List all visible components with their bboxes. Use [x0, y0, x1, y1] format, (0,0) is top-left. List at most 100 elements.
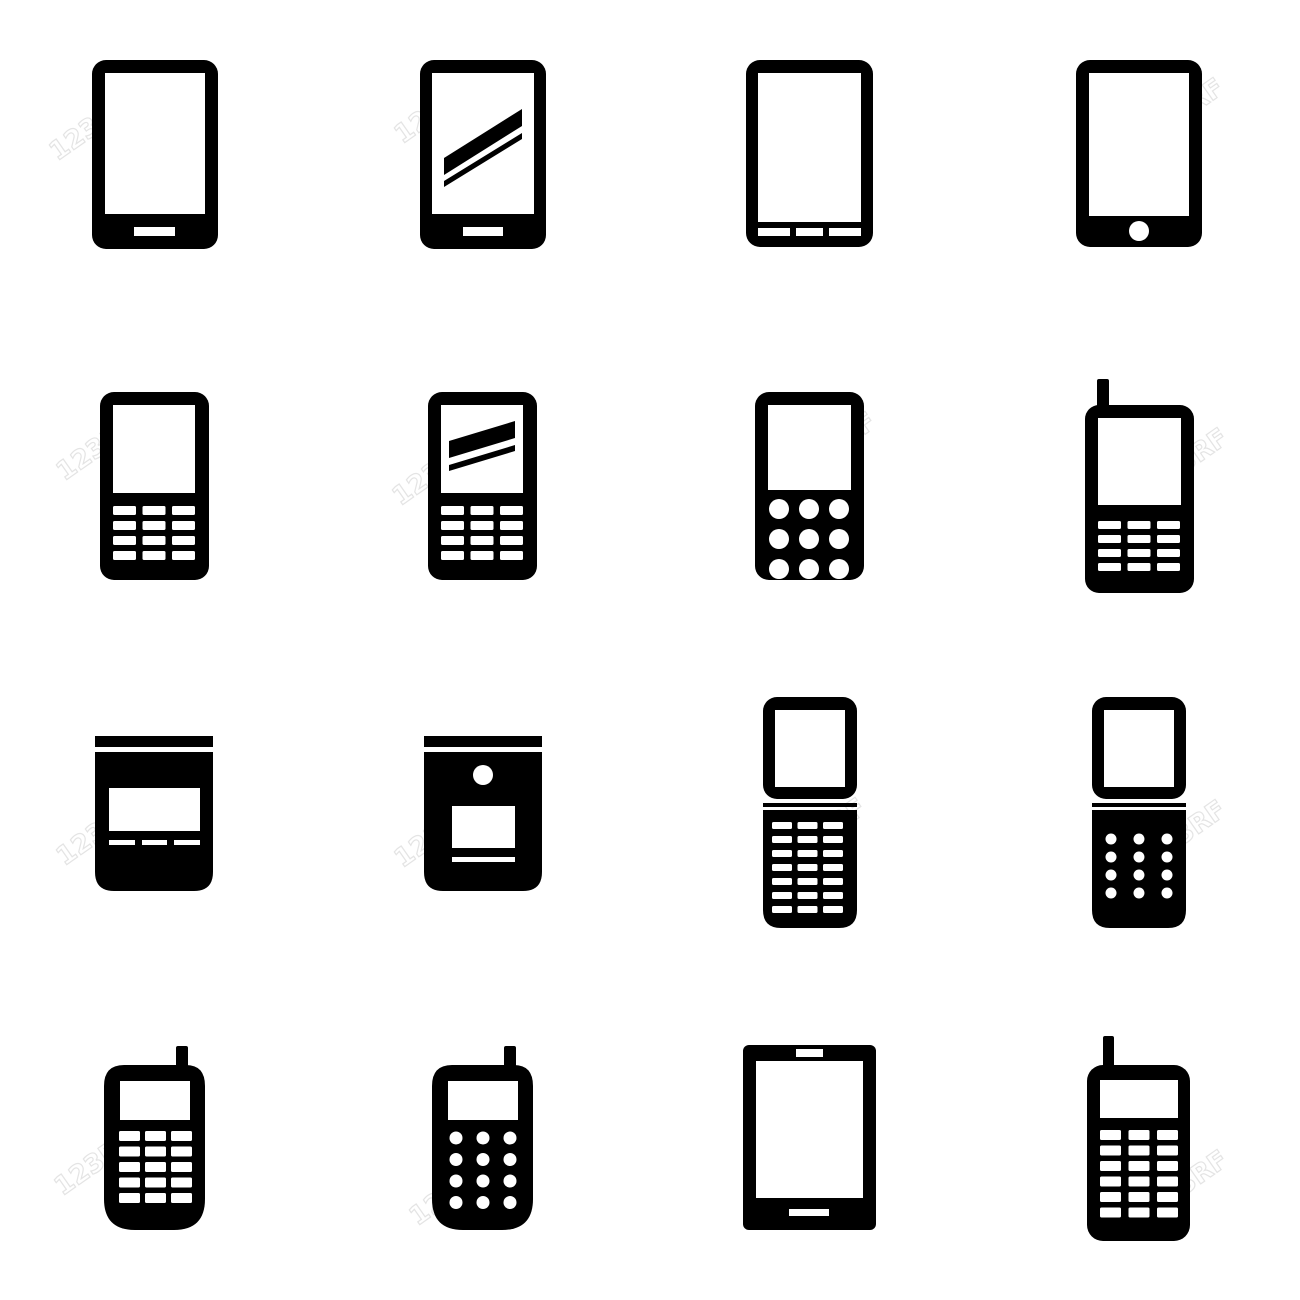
keypad-key [769, 499, 789, 519]
keypad-key [449, 1174, 463, 1188]
keypad-key [772, 864, 792, 871]
keypad-key [1127, 535, 1151, 543]
keypad-key [1157, 563, 1180, 571]
icon-cell-12 [1092, 697, 1186, 928]
keypad-key [1100, 1145, 1121, 1156]
keypad-key [119, 1131, 140, 1141]
keypad-key [503, 1153, 517, 1166]
keypad-key [441, 536, 464, 545]
keypad-key [449, 1196, 463, 1209]
tablet-round-home-button-icon [1076, 60, 1202, 247]
keypad-key [772, 892, 792, 899]
keypad-key [172, 551, 195, 560]
keypad-key [171, 1131, 192, 1141]
keypad-key [172, 536, 195, 545]
smartphone-glare-screen-icon [420, 60, 546, 249]
keypad-key [441, 521, 464, 530]
keypad-key [1157, 549, 1180, 557]
keypad-key [1157, 1130, 1178, 1140]
keypad-key [829, 529, 849, 549]
keypad-key [823, 906, 843, 913]
keypad-key [145, 1177, 166, 1188]
keypad-key [119, 1162, 140, 1172]
keypad-key [145, 1162, 166, 1172]
keypad-key [500, 536, 523, 545]
keypad-phone-glare-screen-icon [428, 392, 537, 580]
keypad-key [1133, 833, 1145, 845]
keypad-key [823, 892, 843, 899]
keypad-key [503, 1131, 517, 1145]
keypad-key [1098, 549, 1121, 557]
keypad-key [476, 1153, 490, 1166]
smartphone-three-buttons-icon [746, 60, 873, 247]
keypad-key [172, 506, 195, 515]
icon-cell-13 [104, 1046, 205, 1230]
keypad-key [476, 1196, 490, 1209]
keypad-key [1100, 1192, 1121, 1202]
keypad-key [171, 1177, 192, 1188]
keypad-key [823, 850, 843, 857]
keypad-key [500, 521, 523, 530]
keypad-key [823, 864, 843, 871]
keypad-key [142, 536, 166, 545]
keypad-key [1105, 887, 1117, 899]
keypad-key [1127, 549, 1151, 557]
keypad-key [772, 822, 792, 829]
keypad-key [441, 506, 464, 515]
keypad-key [797, 892, 818, 899]
keypad-key [1161, 869, 1173, 881]
keypad-key [503, 1174, 517, 1188]
smartphone-bar-button-icon [92, 60, 218, 249]
keypad-key [1157, 1176, 1178, 1187]
keypad-key [449, 1131, 463, 1145]
antenna-brick-phone-icon [1087, 1036, 1190, 1241]
keypad-key [772, 850, 792, 857]
keypad-key [772, 906, 792, 913]
keypad-key [142, 551, 166, 560]
keypad-key [1157, 1207, 1178, 1218]
keypad-key [799, 499, 819, 519]
keypad-key [1161, 833, 1173, 845]
keypad-key [113, 521, 136, 530]
keypad-key [1161, 887, 1173, 899]
keypad-key [470, 551, 494, 560]
keypad-key [799, 529, 819, 549]
keypad-key [142, 506, 166, 515]
keypad-key [1133, 887, 1145, 899]
keypad-key [476, 1174, 490, 1188]
keypad-key [1127, 563, 1151, 571]
keypad-key [772, 836, 792, 843]
keypad-key [1128, 1145, 1150, 1156]
keypad-key [1157, 1161, 1178, 1171]
keypad-key [769, 529, 789, 549]
keypad-key [823, 836, 843, 843]
keypad-key [1105, 833, 1117, 845]
keypad-key [829, 499, 849, 519]
icon-cell-8 [1085, 379, 1194, 593]
keypad-key [1133, 851, 1145, 863]
icon-cell-15 [743, 1045, 876, 1230]
keypad-key [823, 822, 843, 829]
keypad-key [1100, 1130, 1121, 1140]
keypad-key [1098, 563, 1121, 571]
keypad-key [797, 906, 818, 913]
keypad-key [171, 1146, 192, 1157]
keypad-key [829, 559, 849, 579]
keypad-key [797, 878, 818, 885]
keypad-key [1100, 1161, 1121, 1171]
keypad-key [1128, 1192, 1150, 1202]
keypad-key [476, 1131, 490, 1145]
keypad-key [799, 559, 819, 579]
keypad-key [1098, 535, 1121, 543]
keypad-key [797, 836, 818, 843]
icon-cell-11 [763, 697, 857, 928]
tablet-speaker-bar-icon [743, 1045, 876, 1230]
keypad-key [1128, 1161, 1150, 1171]
keypad-key [113, 536, 136, 545]
keypad-key [823, 878, 843, 885]
keypad-key [113, 551, 136, 560]
keypad-key [113, 506, 136, 515]
keypad-key [1100, 1207, 1121, 1218]
keypad-key [1105, 869, 1117, 881]
antenna-phone-square-keys-icon [104, 1046, 205, 1230]
